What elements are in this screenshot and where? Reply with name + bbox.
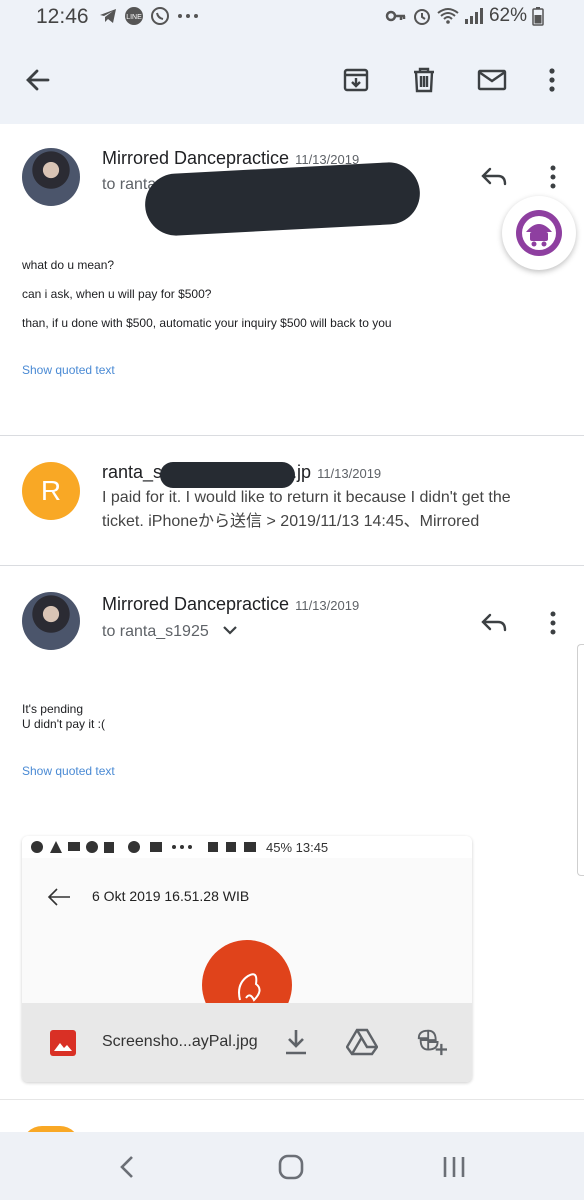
scrollbar[interactable] — [577, 644, 584, 876]
delete-button[interactable] — [404, 60, 444, 100]
attachment-file-name: Screensho...ayPal.jpg — [102, 1033, 258, 1050]
back-arrow-icon — [26, 69, 50, 91]
status-bar: 12:46 LINE 62% — [0, 0, 584, 36]
nav-back-icon — [120, 1156, 133, 1178]
more-vert-icon — [550, 611, 556, 635]
alarm-icon — [413, 9, 430, 25]
nav-recents-icon — [443, 1157, 465, 1177]
image-file-icon — [50, 1030, 76, 1056]
floating-chat-bubble[interactable] — [502, 196, 576, 270]
nav-home-icon — [278, 1154, 304, 1180]
show-quoted-text-link[interactable]: Show quoted text — [22, 764, 115, 778]
recipient-line[interactable]: to ranta_s1925 — [102, 623, 239, 641]
more-dots-icon — [178, 14, 198, 18]
preview-back-arrow — [46, 886, 72, 913]
reply-icon — [481, 167, 507, 186]
body-line: can i ask, when u will pay for $500? — [22, 287, 212, 301]
message-snippet: I paid for it. I would like to return it… — [102, 489, 511, 530]
message-menu-button[interactable] — [537, 607, 569, 639]
preview-status-time: 45% 13:45 — [266, 839, 329, 855]
body-line: what do u mean? — [22, 258, 115, 272]
message-1: Mirrored Dancepractice 11/13/2019 to rant… — [0, 124, 584, 436]
key-icon — [385, 10, 406, 22]
save-to-drive-button[interactable] — [346, 1026, 378, 1058]
add-to-photos-button[interactable] — [415, 1026, 447, 1058]
bubble-app-icon — [516, 210, 562, 256]
preview-title: 6 Okt 2019 16.51.28 WIB — [92, 888, 250, 904]
arrow-left-icon — [47, 888, 70, 906]
reply-button[interactable] — [478, 161, 510, 193]
nav-home-button[interactable] — [271, 1152, 311, 1182]
sender-name-end: .jp — [292, 462, 312, 482]
archive-button[interactable] — [336, 60, 376, 100]
sender-name-text: Mirrored Dancepractice — [102, 148, 290, 168]
archive-icon — [343, 68, 369, 92]
battery-percent: 62% — [488, 5, 527, 26]
nav-back-button[interactable] — [107, 1152, 147, 1182]
overflow-menu-icon — [549, 68, 555, 92]
sender-avatar[interactable]: R — [22, 462, 80, 520]
sender-name-text: Mirrored Dancepractice — [102, 594, 290, 614]
signal-icon — [464, 8, 483, 24]
show-quoted-text-link[interactable]: Show quoted text — [22, 363, 115, 377]
preview-status-bar: 45% 13:45 — [22, 836, 472, 858]
next-message-peek — [0, 1100, 584, 1146]
body-line: than, if u done with $500, automatic you… — [22, 316, 392, 330]
system-icons: 62% — [385, 5, 544, 27]
sender-avatar[interactable] — [22, 592, 80, 650]
delete-icon — [414, 67, 434, 93]
attachment-footer: Screensho...ayPal.jpg — [22, 1003, 472, 1082]
sender-name: Mirrored Dancepractice 11/13/2019 — [102, 594, 359, 615]
sender-name-start: ranta_s — [102, 462, 163, 482]
mark-unread-icon — [477, 69, 507, 91]
battery-icon — [532, 7, 544, 26]
sender-avatar[interactable] — [22, 148, 80, 206]
system-nav-bar — [0, 1132, 584, 1200]
reply-icon — [481, 613, 507, 632]
download-icon — [286, 1030, 306, 1055]
more-vert-icon — [550, 165, 556, 189]
drive-icon — [346, 1028, 378, 1056]
chevron-down-icon — [223, 626, 237, 635]
message-menu-button[interactable] — [537, 161, 569, 193]
body-line: U didn't pay it :( — [22, 717, 105, 731]
body-line: It's pending — [22, 702, 84, 716]
photos-add-icon — [417, 1029, 447, 1056]
wifi-icon — [437, 8, 459, 24]
overflow-menu-button[interactable] — [532, 60, 572, 100]
whatsapp-icon — [151, 7, 169, 25]
download-button[interactable] — [280, 1026, 312, 1058]
back-button[interactable] — [18, 60, 58, 100]
redaction-mark — [160, 462, 295, 488]
nav-recents-button[interactable] — [434, 1152, 474, 1182]
telegram-icon — [100, 9, 116, 23]
attachment-card[interactable]: 45% 13:45 6 Okt 2019 16.51.28 WIB Screen… — [22, 836, 472, 1082]
mark-unread-button[interactable] — [472, 60, 512, 100]
message-2-collapsed[interactable]: R ranta_s .jp 11/13/2019 I paid for it. I … — [0, 436, 584, 566]
recipient-text: to ranta_s1925 — [102, 623, 209, 640]
notification-icons: LINE — [98, 6, 200, 26]
redaction-mark — [143, 160, 422, 238]
message-date: 11/13/2019 — [317, 466, 382, 481]
preview-notification-icons — [31, 841, 256, 853]
svg-text:LINE: LINE — [126, 14, 142, 21]
status-time: 12:46 — [36, 5, 89, 28]
app-bar — [0, 36, 584, 124]
line-icon: LINE — [125, 7, 143, 25]
reply-button[interactable] — [478, 607, 510, 639]
message-date: 11/13/2019 — [295, 598, 360, 613]
